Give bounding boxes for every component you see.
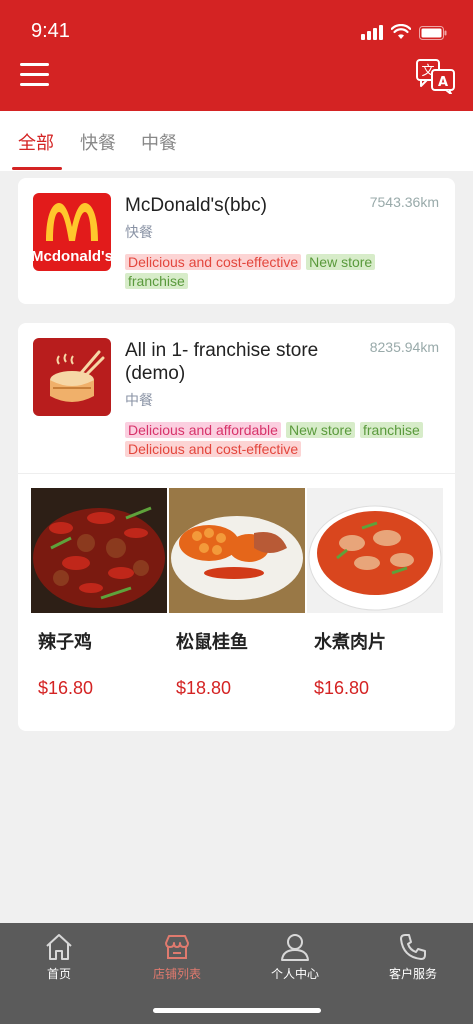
tag: New store xyxy=(285,422,355,438)
dish-price: $18.80 xyxy=(176,678,232,698)
nav-label: 首页 xyxy=(46,967,71,981)
dish-name: 辣子鸡 xyxy=(38,632,92,652)
tag: franchise xyxy=(359,422,423,438)
shop-category: 中餐 xyxy=(125,392,153,408)
dish-item[interactable]: 辣子鸡 $16.80 xyxy=(31,488,167,698)
tag: Delicious and affordable xyxy=(125,422,281,438)
shop-name: McDonald's(bbc) xyxy=(125,195,267,216)
svg-text:A: A xyxy=(438,75,448,90)
status-time: 9:41 xyxy=(31,20,70,42)
dish-name: 水煮肉片 xyxy=(314,632,386,652)
category-tabs: 全部 快餐 中餐 xyxy=(0,111,473,171)
tag: New store xyxy=(306,254,376,270)
tab-fast-food[interactable]: 快餐 xyxy=(80,129,116,155)
wifi-icon xyxy=(391,24,411,39)
dish-item[interactable]: 水煮肉片 $16.80 xyxy=(307,488,443,698)
home-icon xyxy=(46,934,72,960)
divider xyxy=(18,473,455,474)
mcdonalds-logo: Mcdonald's xyxy=(33,193,111,271)
tab-chinese-food[interactable]: 中餐 xyxy=(141,129,177,155)
shop-name: All in 1- franchise store (demo) xyxy=(125,339,318,385)
status-icons xyxy=(361,24,447,40)
mcdonalds-arches-icon: Mcdonald's xyxy=(33,203,111,265)
translate-icon[interactable]: 文 A xyxy=(415,58,457,94)
tag: Delicious and cost-effective xyxy=(125,441,302,457)
nav-home[interactable]: 首页 xyxy=(0,931,118,982)
user-icon xyxy=(281,934,309,961)
shop-category: 快餐 xyxy=(125,224,153,240)
shop-card-all-in-one[interactable]: All in 1- franchise store (demo) 8235.94… xyxy=(18,323,455,731)
svg-text:Mcdonald's: Mcdonald's xyxy=(33,248,111,265)
shop-tags: Delicious and affordable New store franc… xyxy=(125,422,435,457)
shop-distance: 7543.36km xyxy=(369,194,439,210)
shop-distance: 8235.94km xyxy=(369,339,439,355)
home-indicator xyxy=(153,1008,321,1013)
dish-image xyxy=(169,488,305,613)
store-icon xyxy=(165,935,189,959)
battery-icon xyxy=(419,26,447,40)
dish-image xyxy=(307,488,443,613)
shop-card-mcdonalds[interactable]: Mcdonald's McDonald's(bbc) 7543.36km 快餐 … xyxy=(18,178,455,304)
shop-name-line2: (demo) xyxy=(125,363,186,384)
shop-tags: Delicious and cost-effective New store f… xyxy=(125,254,435,289)
nav-label: 客户服务 xyxy=(388,967,437,981)
nav-store-list[interactable]: 店铺列表 xyxy=(118,931,236,982)
hamburger-menu-icon[interactable] xyxy=(20,63,49,87)
nav-label: 店铺列表 xyxy=(152,967,201,981)
shop-name-line1: All in 1- franchise store xyxy=(125,340,319,361)
tab-all[interactable]: 全部 xyxy=(18,129,54,155)
tag: franchise xyxy=(125,273,188,289)
dish-name: 松鼠桂鱼 xyxy=(176,632,248,652)
dish-item[interactable]: 松鼠桂鱼 $18.80 xyxy=(169,488,305,698)
dish-price: $16.80 xyxy=(314,678,370,698)
shop-logo xyxy=(33,338,111,416)
dish-price: $16.80 xyxy=(38,678,94,698)
tab-active-indicator xyxy=(12,167,62,170)
nav-customer-service[interactable]: 客户服务 xyxy=(354,931,472,982)
nav-personal-center[interactable]: 个人中心 xyxy=(236,931,354,982)
phone-icon xyxy=(400,934,426,960)
nav-label: 个人中心 xyxy=(270,967,319,981)
signal-icon xyxy=(361,24,383,40)
tag: Delicious and cost-effective xyxy=(125,254,302,270)
dumpling-steamer-icon xyxy=(50,350,105,402)
app-header: 9:41 文 A xyxy=(0,0,473,111)
dish-image xyxy=(31,488,167,613)
